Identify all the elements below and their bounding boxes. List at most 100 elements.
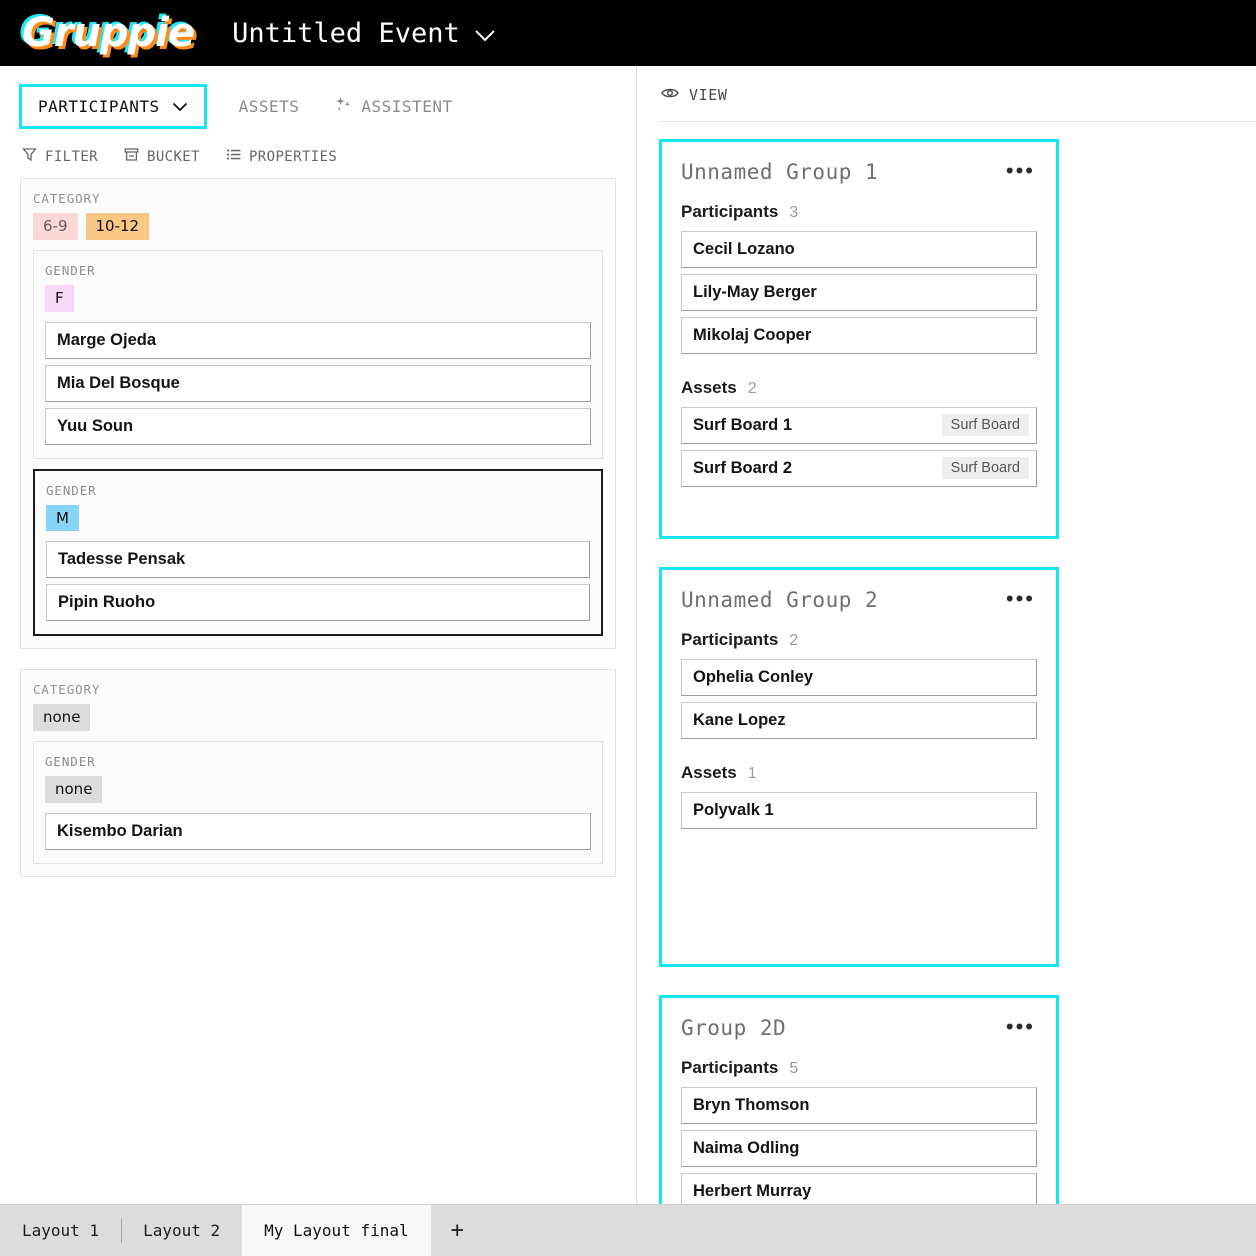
gender-chip[interactable]: F: [45, 285, 74, 312]
gender-group-f[interactable]: GENDER F Marge Ojeda Mia Del Bosque Yuu …: [33, 250, 603, 459]
field-label-category: CATEGORY: [33, 682, 603, 697]
event-title-menu[interactable]: Untitled Event: [232, 18, 496, 49]
filter-button[interactable]: FILTER: [22, 147, 98, 166]
groups-grid: Unnamed Group 1 ••• Participants 3 Cecil…: [659, 139, 1256, 1204]
main-body: PARTICIPANTS ASSETS: [0, 66, 1256, 1204]
assets-section-header: Assets 1: [681, 763, 1037, 783]
list-item[interactable]: Mia Del Bosque: [45, 365, 591, 402]
left-panel-toolbar: FILTER BUCKET: [0, 129, 636, 178]
category-chips: none: [33, 704, 603, 731]
bucket-button[interactable]: BUCKET: [124, 147, 200, 166]
group-card[interactable]: Group 2D ••• Participants 5 Bryn Thomson…: [659, 995, 1059, 1204]
tab-my-layout-final[interactable]: My Layout final: [242, 1205, 431, 1256]
list-item[interactable]: Herbert Murray: [681, 1173, 1037, 1204]
tab-assets[interactable]: ASSETS: [235, 87, 304, 126]
list-item[interactable]: Kane Lopez: [681, 702, 1037, 739]
group-card-header: Unnamed Group 1 •••: [681, 160, 1037, 184]
list-item[interactable]: Ophelia Conley: [681, 659, 1037, 696]
list-item[interactable]: Kisembo Darian: [45, 813, 591, 850]
list-item[interactable]: Mikolaj Cooper: [681, 317, 1037, 354]
more-options-icon[interactable]: •••: [1004, 1016, 1037, 1037]
bucket-label: BUCKET: [147, 149, 200, 165]
list-item[interactable]: Bryn Thomson: [681, 1087, 1037, 1124]
layout-tab-bar: Layout 1 Layout 2 My Layout final +: [0, 1204, 1256, 1256]
list-item[interactable]: Yuu Soun: [45, 408, 591, 445]
participants-count: 5: [789, 1060, 798, 1078]
list-item[interactable]: Naima Odling: [681, 1130, 1037, 1167]
gender-chips: M: [46, 505, 590, 532]
view-label: VIEW: [689, 86, 728, 104]
participants-label: Participants: [681, 202, 778, 222]
add-layout-button[interactable]: +: [431, 1205, 484, 1256]
list-item[interactable]: Surf Board 1 Surf Board: [681, 407, 1037, 444]
tab-layout-1[interactable]: Layout 1: [0, 1205, 121, 1256]
participants-label: Participants: [681, 1058, 778, 1078]
list-item[interactable]: Tadesse Pensak: [46, 541, 590, 578]
event-title-text: Untitled Event: [232, 18, 460, 49]
category-chip[interactable]: 10-12: [86, 213, 150, 240]
group-card-title[interactable]: Unnamed Group 2: [681, 588, 878, 612]
group-card-header: Group 2D •••: [681, 1016, 1037, 1040]
assets-count: 2: [748, 380, 757, 398]
properties-label: PROPERTIES: [249, 149, 337, 165]
funnel-icon: [22, 147, 37, 166]
gender-chip[interactable]: M: [46, 505, 79, 532]
participants-label: Participants: [681, 630, 778, 650]
assets-label: Assets: [681, 378, 737, 398]
list-item[interactable]: Surf Board 2 Surf Board: [681, 450, 1037, 487]
more-options-icon[interactable]: •••: [1004, 588, 1037, 609]
asset-name: Surf Board 1: [693, 416, 792, 435]
list-item[interactable]: Marge Ojeda: [45, 322, 591, 359]
group-card-header: Unnamed Group 2 •••: [681, 588, 1037, 612]
assets-count: 1: [748, 765, 757, 783]
gender-chips: none: [45, 776, 591, 803]
category-chip[interactable]: none: [33, 704, 90, 731]
field-label-category: CATEGORY: [33, 191, 603, 206]
asset-name: Surf Board 2: [693, 459, 792, 478]
gender-group-m[interactable]: GENDER M Tadesse Pensak Pipin Ruoho: [33, 469, 603, 637]
list-item[interactable]: Lily-May Berger: [681, 274, 1037, 311]
sparkles-icon: [335, 96, 352, 117]
asset-tag: Surf Board: [942, 457, 1029, 479]
chevron-down-icon: [474, 18, 496, 49]
eye-icon: [661, 86, 679, 104]
participants-section-header: Participants 5: [681, 1058, 1037, 1078]
participants-section-header: Participants 3: [681, 202, 1037, 222]
tab-participants[interactable]: PARTICIPANTS: [19, 84, 207, 129]
gender-group-none[interactable]: GENDER none Kisembo Darian: [33, 741, 603, 864]
app-logo: Gruppie: [18, 13, 198, 53]
more-options-icon[interactable]: •••: [1004, 160, 1037, 181]
filter-label: FILTER: [45, 149, 98, 165]
groups-board: Unnamed Group 1 ••• Participants 3 Cecil…: [637, 122, 1256, 1204]
left-panel: PARTICIPANTS ASSETS: [0, 66, 637, 1204]
group-card[interactable]: Unnamed Group 1 ••• Participants 3 Cecil…: [659, 139, 1059, 539]
tab-assistent-label: ASSISTENT: [361, 97, 452, 116]
tab-layout-2[interactable]: Layout 2: [121, 1205, 242, 1256]
properties-button[interactable]: PROPERTIES: [226, 147, 337, 166]
group-card-title[interactable]: Unnamed Group 1: [681, 160, 878, 184]
gender-chips: F: [45, 285, 591, 312]
participants-count: 2: [789, 632, 798, 650]
group-card[interactable]: Unnamed Group 2 ••• Participants 2 Ophel…: [659, 567, 1059, 967]
list-item[interactable]: Polyvalk 1: [681, 792, 1037, 829]
view-button[interactable]: VIEW: [661, 86, 728, 104]
tab-assistent[interactable]: ASSISTENT: [331, 86, 456, 127]
group-card-title[interactable]: Group 2D: [681, 1016, 786, 1040]
app-window: Gruppie Untitled Event PARTICIPANTS ASSE…: [0, 0, 1256, 1256]
category-chip[interactable]: 6-9: [33, 213, 78, 240]
bucket-icon: [124, 147, 139, 166]
participants-section-header: Participants 2: [681, 630, 1037, 650]
list-item[interactable]: Pipin Ruoho: [46, 584, 590, 621]
tab-assets-label: ASSETS: [239, 97, 300, 116]
category-group: CATEGORY none GENDER none Kisembo Darian: [20, 669, 616, 877]
field-label-gender: GENDER: [45, 263, 591, 278]
field-label-gender: GENDER: [45, 754, 591, 769]
top-bar: Gruppie Untitled Event: [0, 0, 1256, 66]
chevron-down-icon: [172, 97, 188, 116]
gender-chip[interactable]: none: [45, 776, 102, 803]
asset-tag: Surf Board: [942, 414, 1029, 436]
list-item[interactable]: Cecil Lozano: [681, 231, 1037, 268]
tab-participants-label: PARTICIPANTS: [38, 97, 160, 116]
assets-section-header: Assets 2: [681, 378, 1037, 398]
field-label-gender: GENDER: [46, 483, 590, 498]
